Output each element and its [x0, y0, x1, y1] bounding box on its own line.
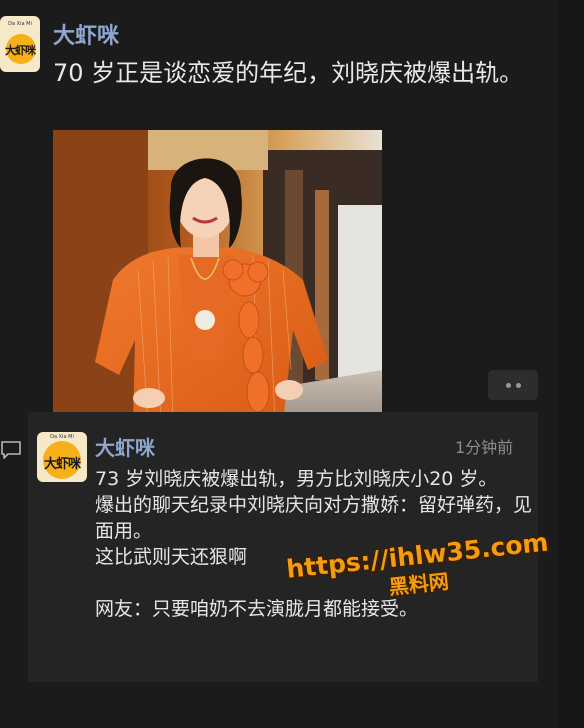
comment-line: 网友：只要咱奶不去演胧月都能接受。: [95, 598, 419, 620]
line-spacer: [95, 570, 535, 596]
post-author-name[interactable]: 大虾咪: [53, 18, 119, 50]
more-options-button[interactable]: [488, 370, 538, 400]
ellipsis-icon: [515, 382, 521, 388]
avatar-logo-text: 大虾咪: [43, 456, 81, 472]
comment-timestamp: 1分钟前: [455, 438, 514, 457]
photo-illustration: [53, 130, 382, 424]
scroll-edge: [558, 0, 584, 728]
comment-line: 爆出的聊天纪录中刘晓庆向对方撒娇：留好弹药，见面用。: [95, 494, 533, 542]
comment-author-name[interactable]: 大虾咪: [95, 432, 155, 461]
comment-icon[interactable]: [0, 440, 22, 460]
comment-author-avatar[interactable]: Da Xia Mi 大虾咪: [37, 432, 87, 482]
comment-body: 73 岁刘晓庆被爆出轨，男方比刘晓庆小20 岁。 爆出的聊天纪录中刘晓庆向对方撒…: [95, 466, 535, 622]
ellipsis-icon: [505, 382, 511, 388]
avatar-small-text: Da Xia Mi: [8, 21, 32, 27]
post-photo[interactable]: [53, 130, 382, 424]
comment-line: 73 岁刘晓庆被爆出轨，男方比刘晓庆小20 岁。: [95, 468, 498, 490]
avatar-logo-text: 大虾咪: [5, 44, 36, 57]
feed-screen: Da Xia Mi 大虾咪 大虾咪 70 岁正是谈恋爱的年纪，刘晓庆被爆出轨。: [0, 0, 584, 728]
post-text: 70 岁正是谈恋爱的年纪，刘晓庆被爆出轨。: [53, 59, 524, 87]
comment-line: 这比武则天还狠啊: [95, 546, 248, 568]
author-avatar[interactable]: Da Xia Mi 大虾咪: [0, 16, 40, 72]
avatar-small-text: Da Xia Mi: [50, 434, 74, 440]
